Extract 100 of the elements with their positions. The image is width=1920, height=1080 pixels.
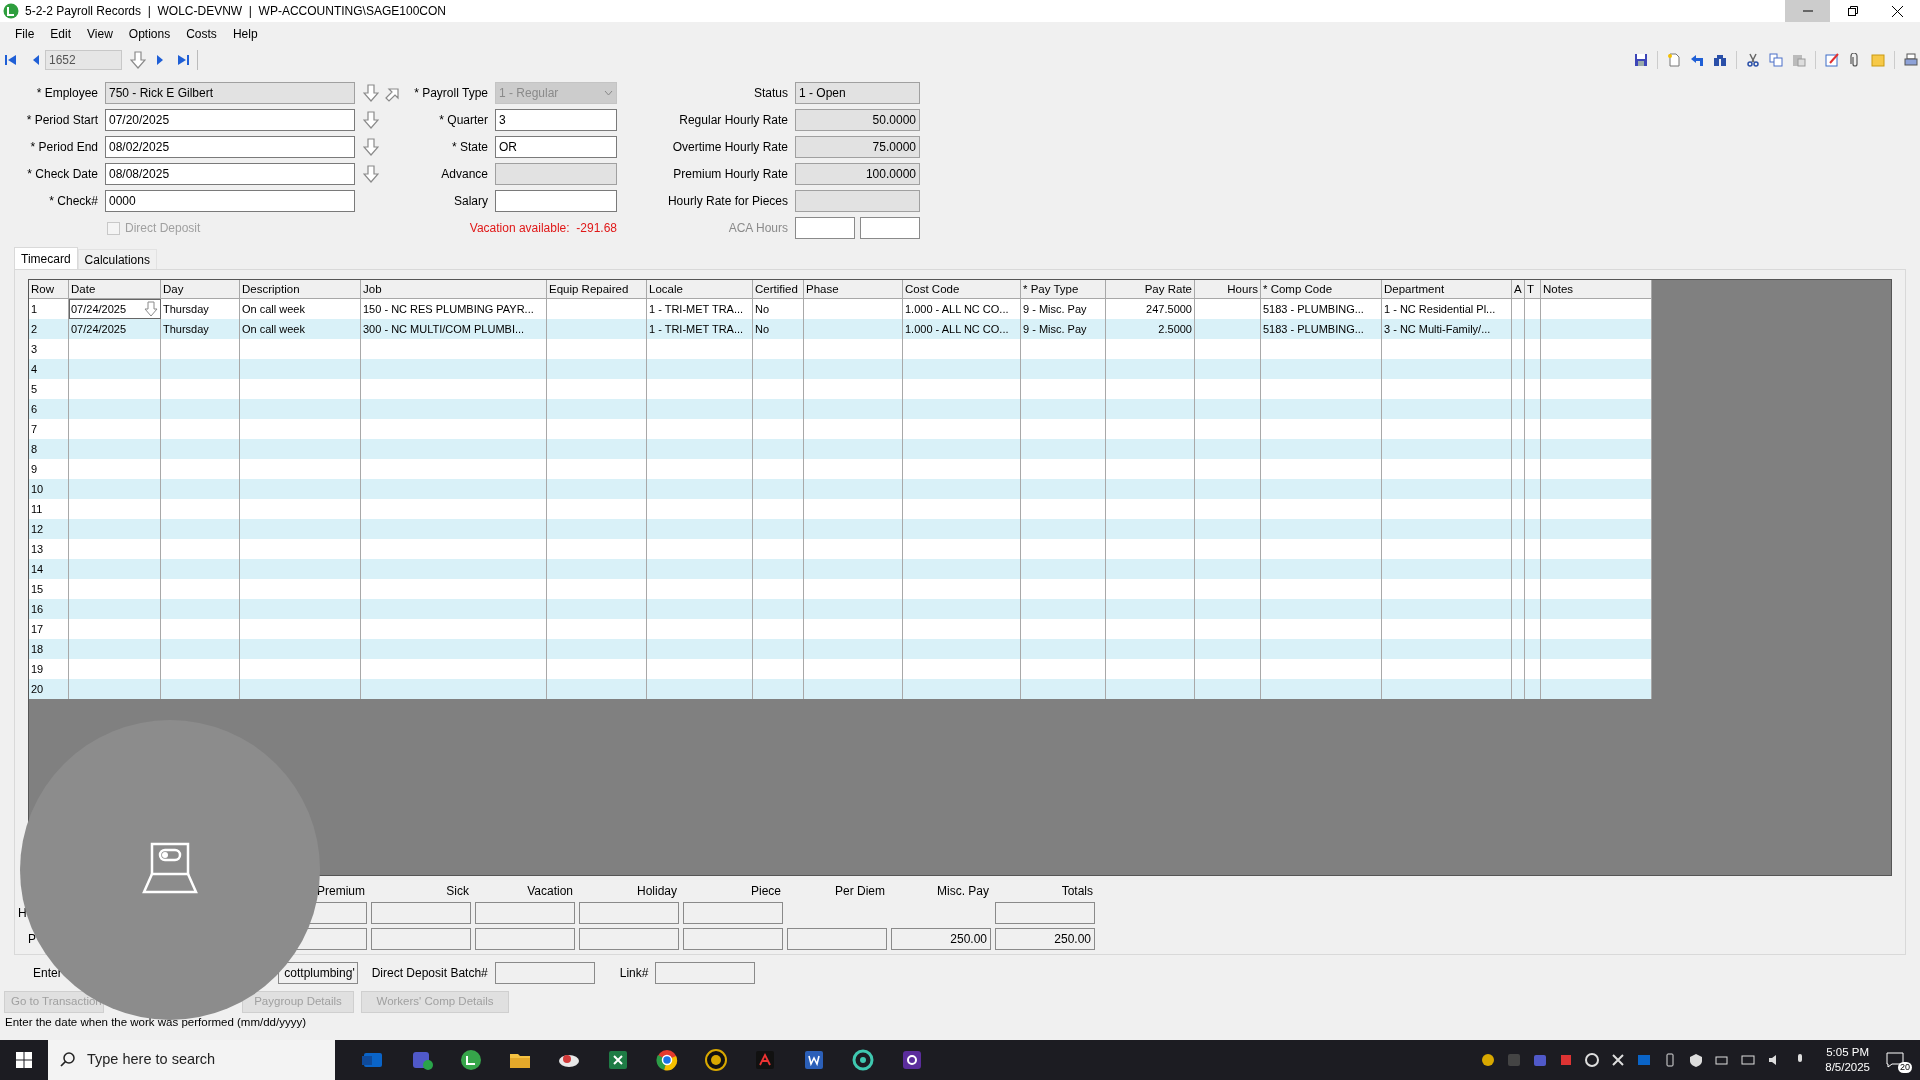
column-header[interactable]: Cost Code [903,280,1021,299]
text-field[interactable]: OR [495,136,617,158]
coin-icon[interactable] [1481,1053,1496,1067]
text-field[interactable]: 750 - Rick E Gilbert [105,82,355,104]
field-label: Regular Hourly Rate [678,112,788,129]
menu-item[interactable]: Help [224,25,266,43]
paste-icon[interactable] [1792,53,1806,67]
tab[interactable]: Timecard [14,247,78,269]
text-field[interactable] [787,928,887,950]
taskbar-search-field[interactable]: Type here to search [48,1040,335,1080]
vacation-available-text: Vacation available: -291.68 [468,220,617,237]
text-field[interactable] [494,962,595,984]
lookup-icon[interactable] [130,51,146,69]
text-field[interactable] [579,928,679,950]
column-header[interactable]: Row [29,280,69,299]
text-field[interactable]: 100.0000 [795,163,920,185]
save-icon[interactable] [1634,53,1648,67]
menu-item[interactable]: View [79,25,121,43]
text-field[interactable] [475,928,575,950]
column-header[interactable]: * Comp Code [1261,280,1382,299]
column-header[interactable]: * Pay Type [1021,280,1106,299]
lookup-icon[interactable] [144,301,158,317]
text-field[interactable]: 07/20/2025 [105,109,355,131]
column-header[interactable]: Locale [647,280,753,299]
text-field[interactable]: 08/02/2025 [105,136,355,158]
column-label: Premium [316,883,366,898]
cross-icon[interactable] [1611,1053,1626,1067]
battery-icon[interactable] [1715,1053,1730,1067]
text-field[interactable] [371,902,471,924]
column-header[interactable]: Phase [804,280,903,299]
lookup-icon[interactable] [363,84,379,102]
column-label: Per Diem [834,883,886,898]
text-field[interactable] [579,902,679,924]
lookup-icon[interactable] [363,165,379,183]
column-header[interactable]: Department [1382,280,1512,299]
printer-icon[interactable] [1904,53,1918,67]
text-field[interactable] [371,928,471,950]
mail-icon[interactable] [1637,1053,1652,1067]
column-header[interactable]: A [1512,280,1525,299]
notification-button[interactable]: 20 [1886,1049,1912,1071]
restore-icon[interactable] [1847,6,1858,16]
column-header[interactable]: Certified [753,280,804,299]
text-field[interactable]: 0000 [105,190,355,212]
edit-icon[interactable] [1825,53,1839,67]
field-label: Advance [440,166,488,183]
text-field[interactable]: 250.00 [891,928,991,950]
text-field[interactable]: 08/08/2025 [105,163,355,185]
column-header[interactable]: Description [240,280,361,299]
menu-item[interactable]: Edit [42,25,80,43]
close-icon[interactable] [1892,5,1903,17]
square-icon[interactable] [1559,1053,1574,1067]
first-record-button[interactable] [4,53,18,67]
column-label: Totals [1060,883,1094,898]
text-field[interactable]: 50.0000 [795,109,920,131]
column-header[interactable]: Hours [1195,280,1261,299]
text-field[interactable] [475,902,575,924]
taskbar-clock[interactable]: 5:05 PM 8/5/2025 [1825,1045,1870,1075]
cut-icon[interactable] [1746,53,1760,67]
shield-icon[interactable] [1689,1053,1704,1067]
new-document-icon[interactable] [1667,53,1681,67]
undo-icon[interactable] [1690,53,1704,67]
text-field[interactable] [683,928,783,950]
field-label: Enter [33,965,62,982]
text-field[interactable] [795,190,920,212]
menu-item[interactable]: Options [120,25,179,43]
text-field[interactable]: 1 - Open [795,82,920,104]
circle-icon[interactable] [1585,1053,1600,1067]
column-header[interactable]: Date [69,280,161,299]
column-header[interactable]: Day [161,280,240,299]
column-header[interactable]: Notes [1541,280,1652,299]
people-icon[interactable] [1533,1053,1548,1067]
text-field[interactable] [655,962,756,984]
field-label: * Period End [29,139,98,156]
column-header[interactable]: T [1525,280,1541,299]
column-header[interactable]: Equip Repaired [547,280,647,299]
text-field[interactable] [683,902,783,924]
status-bar-text: Enter the date when the work was performed (mm/dd/yyyy) [4,1015,308,1030]
menu-item[interactable]: Costs [178,25,225,43]
tab[interactable]: Calculations [77,249,157,269]
column-header[interactable]: Job [361,280,547,299]
text-field[interactable] [795,217,855,239]
record-number-field[interactable]: 1652 [45,50,122,70]
copy-icon[interactable] [1769,53,1783,67]
network-icon[interactable] [1741,1053,1756,1067]
text-field[interactable] [860,217,920,239]
tile-icon[interactable] [1507,1053,1522,1067]
text-field[interactable]: 75.0000 [795,136,920,158]
text-field[interactable] [995,902,1095,924]
text-field[interactable] [495,190,617,212]
column-header[interactable]: Pay Rate [1106,280,1195,299]
field-label: ACA Hours [727,220,788,237]
last-record-button[interactable] [176,53,190,67]
lookup-icon[interactable] [363,138,379,156]
table-cell: 20 [29,679,69,699]
text-field[interactable] [495,163,617,185]
menu-item[interactable]: File [7,25,43,43]
lookup-icon[interactable] [363,111,379,129]
text-field[interactable]: 3 [495,109,617,131]
binoculars-icon[interactable] [1713,53,1727,67]
text-field[interactable]: 250.00 [995,928,1095,950]
